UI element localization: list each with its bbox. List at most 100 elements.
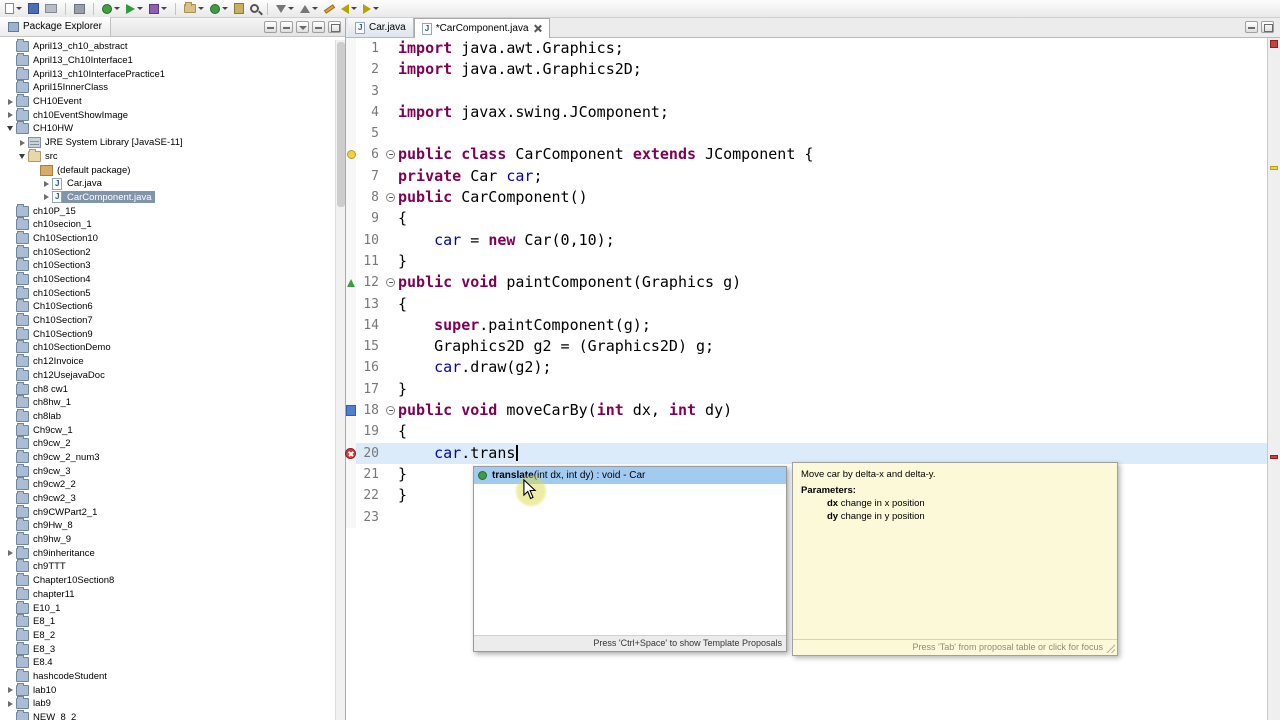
back-button[interactable] — [339, 1, 359, 17]
collapse-all-icon[interactable] — [264, 21, 277, 33]
close-icon[interactable] — [533, 24, 542, 33]
fold-collapse-icon[interactable] — [386, 278, 395, 288]
code-text[interactable]: car.trans — [398, 442, 1280, 464]
tree-item[interactable]: lab9 — [0, 696, 345, 711]
debug-button[interactable] — [100, 1, 122, 17]
code-text[interactable]: } — [398, 251, 1280, 272]
tree-item[interactable]: NEW_8_2 — [0, 710, 345, 720]
annotation-gutter-cell[interactable] — [346, 400, 356, 422]
package-explorer-view-tab[interactable]: Package Explorer — [0, 17, 111, 36]
tree-item[interactable]: ch12UsejavaDoc — [0, 367, 345, 383]
annotation-gutter-cell[interactable] — [346, 80, 356, 102]
open-type-button[interactable] — [232, 1, 246, 17]
maximize-icon[interactable] — [1261, 21, 1274, 33]
annotation-gutter-cell[interactable] — [346, 357, 356, 379]
tree-item[interactable]: (default package) — [0, 163, 345, 177]
new-java-project-button[interactable] — [182, 1, 206, 17]
last-edit-location-button[interactable] — [322, 1, 337, 17]
code-text[interactable]: private Car car; — [398, 166, 1280, 187]
tree-item[interactable]: ch8hw_1 — [0, 395, 345, 410]
tree-item[interactable]: ch9TTT — [0, 559, 345, 574]
annotation-gutter-cell[interactable] — [346, 293, 356, 315]
expand-arrow-icon[interactable] — [16, 140, 28, 146]
expand-arrow-icon[interactable] — [16, 154, 28, 159]
tab-car-java[interactable]: Car.java — [348, 18, 414, 37]
code-text[interactable] — [398, 81, 1280, 102]
tree-item[interactable]: ch9cw_2_num3 — [0, 449, 345, 465]
minimize-icon[interactable] — [312, 21, 325, 33]
annotation-gutter-cell[interactable] — [346, 463, 356, 486]
fold-collapse-icon[interactable] — [386, 150, 395, 160]
overview-status-icon[interactable] — [1270, 40, 1278, 48]
code-text[interactable]: } — [398, 379, 1280, 400]
tree-item[interactable]: src — [0, 148, 345, 164]
expand-arrow-icon[interactable] — [4, 701, 16, 707]
run-button[interactable] — [124, 1, 145, 17]
annotation-gutter-cell[interactable] — [346, 314, 356, 337]
error-marker-icon[interactable] — [345, 447, 356, 459]
tree-item[interactable]: lab10 — [0, 682, 345, 697]
tree-item[interactable]: ch12Invoice — [0, 354, 345, 369]
override-marker-icon[interactable] — [347, 279, 355, 288]
tree-item[interactable]: ch8 cw1 — [0, 381, 345, 396]
tree-item[interactable]: chapter11 — [0, 586, 345, 602]
tree-item[interactable]: April15InnerClass — [0, 80, 345, 95]
annotation-gutter-cell[interactable] — [346, 336, 356, 358]
tree-item[interactable]: ch10Section3 — [0, 258, 345, 273]
maximize-icon[interactable] — [328, 21, 341, 33]
tree-item[interactable]: ch10SectionDemo — [0, 340, 345, 355]
fold-collapse-icon[interactable] — [386, 406, 395, 416]
annotation-gutter-cell[interactable] — [346, 506, 356, 528]
code-text[interactable]: { — [398, 421, 1280, 442]
code-text[interactable]: import javax.swing.JComponent; — [398, 102, 1280, 123]
tree-item[interactable]: Car.java — [0, 177, 345, 191]
tree-item[interactable]: April13_Ch10Interface1 — [0, 53, 345, 68]
tree-item[interactable]: ch10Section5 — [0, 285, 345, 300]
tree-item[interactable]: Chapter10Section8 — [0, 573, 345, 588]
tree-item[interactable]: ch8lab — [0, 408, 345, 424]
expand-arrow-icon[interactable] — [4, 126, 16, 131]
tree-item[interactable]: ch9Hw_8 — [0, 518, 345, 533]
tree-item[interactable]: ch9cw2_2 — [0, 477, 345, 492]
tree-item[interactable]: ch9hw_9 — [0, 532, 345, 547]
code-text[interactable]: public void paintComponent(Graphics g) — [398, 272, 1280, 293]
code-text[interactable]: { — [398, 294, 1280, 315]
annotation-gutter-cell[interactable] — [346, 101, 356, 124]
code-text[interactable]: import java.awt.Graphics2D; — [398, 59, 1280, 80]
javadoc-popup[interactable]: Move car by delta-x and delta-y. Paramet… — [792, 462, 1118, 656]
tree-item[interactable]: E8_3 — [0, 641, 345, 656]
annotation-gutter-cell[interactable] — [346, 421, 356, 443]
tree-item[interactable]: CH10HW — [0, 121, 345, 136]
tree-item[interactable]: JRE System Library [JavaSE-11] — [0, 136, 345, 150]
search-button[interactable] — [248, 1, 261, 17]
tree-item[interactable]: Ch10Section9 — [0, 326, 345, 341]
annotation-gutter-cell[interactable] — [346, 165, 356, 188]
minimize-icon[interactable] — [1245, 21, 1258, 33]
tree-item[interactable]: ch10Section2 — [0, 244, 345, 259]
expand-arrow-icon[interactable] — [40, 194, 52, 200]
code-text[interactable]: public void moveCarBy(int dx, int dy) — [398, 400, 1280, 421]
expand-arrow-icon[interactable] — [4, 550, 16, 556]
forward-button[interactable] — [361, 1, 381, 17]
annotation-gutter-cell[interactable] — [346, 123, 356, 145]
code-text[interactable]: public class CarComponent extends JCompo… — [398, 144, 1280, 165]
overview-error-marker[interactable] — [1270, 455, 1278, 459]
tree-item[interactable]: Ch10Section10 — [0, 230, 345, 246]
expand-arrow-icon[interactable] — [40, 181, 52, 187]
next-annotation-button[interactable] — [274, 1, 296, 17]
annotation-gutter-cell[interactable] — [346, 38, 356, 60]
fold-collapse-icon[interactable] — [386, 193, 395, 203]
code-text[interactable] — [398, 123, 1280, 144]
tree-item[interactable]: Ch10Section6 — [0, 299, 345, 314]
tree-item[interactable]: ch10secion_1 — [0, 217, 345, 232]
tree-item[interactable]: CH10Event — [0, 94, 345, 109]
resize-grip-icon[interactable] — [1106, 644, 1115, 653]
annotation-gutter-cell[interactable] — [346, 485, 356, 507]
tree-item[interactable]: ch10Section4 — [0, 272, 345, 287]
tree-item[interactable]: CarComponent.java — [0, 191, 345, 205]
tree-item[interactable]: ch10EventShowImage — [0, 107, 345, 122]
annotation-gutter-cell[interactable] — [346, 250, 356, 273]
code-text[interactable]: { — [398, 208, 1280, 229]
tree-item[interactable]: E8.4 — [0, 655, 345, 670]
tree-item[interactable]: April13_ch10_abstract — [0, 39, 345, 54]
